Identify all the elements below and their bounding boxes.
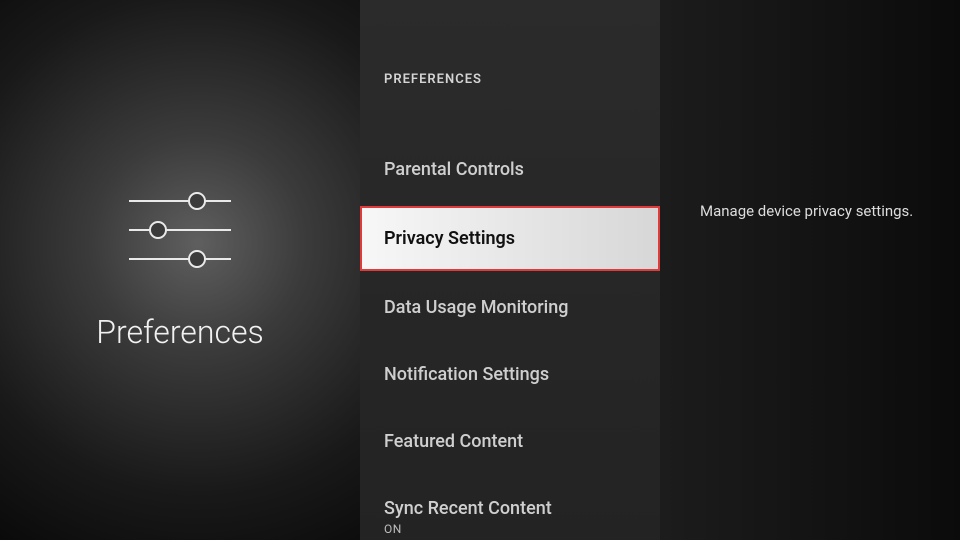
menu-header: PREFERENCES [360,72,660,87]
menu-item-label: Featured Content [384,431,523,452]
left-panel: Preferences [0,0,360,540]
menu-item-label: Sync Recent Content [384,498,552,519]
left-panel-title: Preferences [96,313,263,351]
sliders-icon [125,189,235,275]
menu-item-label: Notification Settings [384,364,549,385]
menu-item-label: Privacy Settings [384,228,515,249]
menu-item-sub: ON [384,522,636,536]
detail-panel: Manage device privacy settings. [660,0,960,540]
menu-item-data-usage-monitoring[interactable]: Data Usage Monitoring [360,279,660,336]
menu-item-sync-recent-content[interactable]: Sync Recent Content ON [360,480,660,540]
menu-item-label: Parental Controls [384,159,524,180]
menu-item-featured-content[interactable]: Featured Content [360,413,660,470]
menu-item-notification-settings[interactable]: Notification Settings [360,346,660,403]
menu-item-label: Data Usage Monitoring [384,297,568,318]
settings-screen: Preferences PREFERENCES Parental Control… [0,0,960,540]
menu-item-description: Manage device privacy settings. [700,200,932,223]
menu-item-privacy-settings[interactable]: Privacy Settings [360,206,660,271]
menu-item-parental-controls[interactable]: Parental Controls [360,141,660,198]
menu-panel: PREFERENCES Parental Controls Privacy Se… [360,0,660,540]
